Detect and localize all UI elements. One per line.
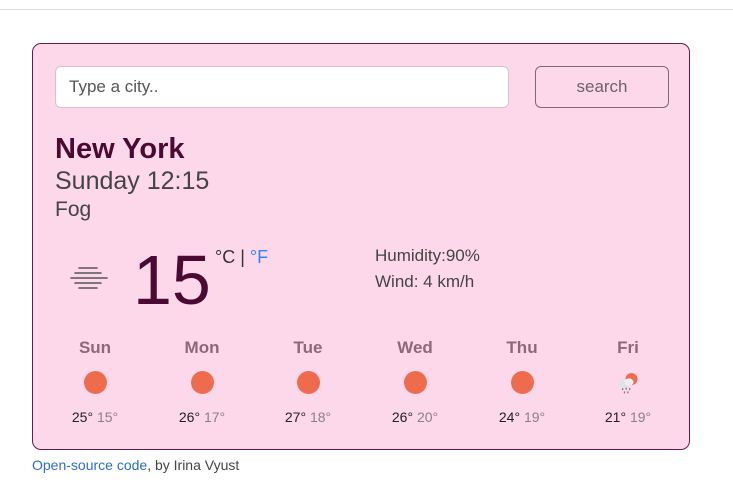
forecast-day-name: Tue [293, 338, 323, 357]
city-search-input[interactable] [55, 66, 509, 108]
humidity: Humidity:90% [375, 246, 480, 265]
current-temperature: 15 [133, 241, 211, 319]
forecast-temps: 24° 19° [469, 408, 575, 426]
footer-credit: Open-source code, by Irina Vyust [32, 457, 239, 473]
forecast-min: 17° [203, 409, 226, 425]
author-credit: , by Irina Vyust [147, 457, 240, 473]
forecast-day: Wed 26° 20° [362, 336, 468, 426]
search-button[interactable]: search [535, 66, 669, 108]
unit-separator: | [240, 247, 245, 267]
forecast-max: 27° [284, 409, 307, 425]
forecast-day: Fri 21° 19° [575, 336, 681, 426]
weather-details: Humidity:90% Wind: 4 km/h [375, 243, 480, 295]
forecast-day-name: Mon [184, 338, 220, 357]
forecast-temps: 26° 17° [149, 408, 255, 426]
sun-icon [190, 371, 214, 395]
forecast-min: 18° [309, 409, 332, 425]
sun-icon [510, 371, 534, 395]
forecast-day-name: Fri [617, 338, 639, 357]
forecast-max: 24° [498, 409, 521, 425]
weather-condition: Fog [55, 198, 92, 221]
forecast-temps: 21° 19° [575, 408, 681, 426]
forecast-temps: 26° 20° [362, 408, 468, 426]
forecast-max: 26° [391, 409, 414, 425]
forecast-day: Mon 26° 17° [149, 336, 255, 426]
sun-icon [83, 371, 107, 395]
forecast-min: 19° [523, 409, 546, 425]
city-name: New York [55, 133, 185, 165]
celsius-unit: °C [215, 247, 236, 267]
unit-switcher: °C | °F [215, 247, 268, 268]
sun-icon [403, 371, 427, 395]
open-source-link[interactable]: Open-source code [32, 457, 147, 473]
forecast-temps: 27° 18° [255, 408, 361, 426]
rain-cloud-icon [616, 371, 640, 395]
forecast-max: 21° [604, 409, 627, 425]
forecast-max: 26° [178, 409, 201, 425]
current-datetime: Sunday 12:15 [55, 167, 210, 195]
forecast-max: 25° [71, 409, 94, 425]
top-divider [0, 9, 733, 10]
forecast-temps: 25° 15° [42, 408, 148, 426]
forecast-min: 15° [96, 409, 119, 425]
forecast-day: Sun 25° 15° [42, 336, 148, 426]
forecast-min: 19° [629, 409, 652, 425]
forecast-min: 20° [416, 409, 439, 425]
forecast-day-name: Sun [78, 338, 112, 357]
forecast-day-name: Thu [506, 338, 538, 357]
sun-icon [296, 371, 320, 395]
forecast-day-name: Wed [397, 338, 433, 357]
forecast-day: Thu 24° 19° [469, 336, 575, 426]
forecast: Sun 25° 15° Mon 26° 17° Tue 27° 18° Wed [42, 336, 680, 426]
fog-icon [70, 267, 108, 289]
fahrenheit-link[interactable]: °F [250, 247, 268, 267]
wind: Wind: 4 km/h [375, 272, 475, 291]
forecast-day: Tue 27° 18° [255, 336, 361, 426]
weather-card: search New York Sunday 12:15 Fog 15 °C |… [32, 43, 690, 450]
